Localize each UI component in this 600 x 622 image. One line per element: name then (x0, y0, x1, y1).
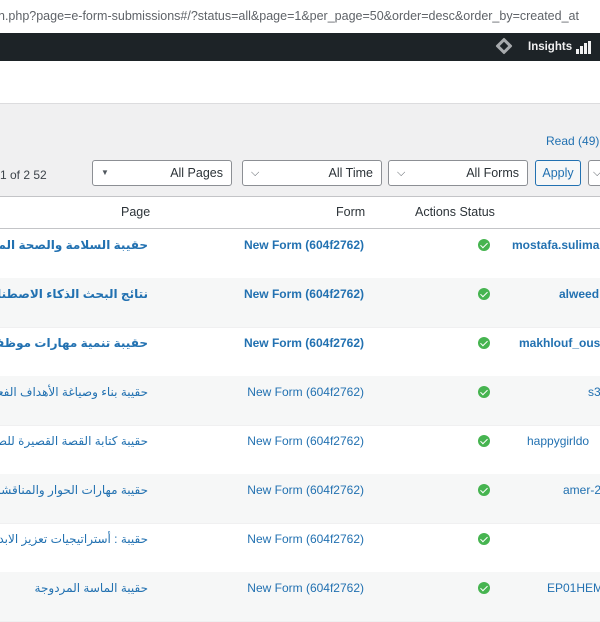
chevron-down-icon: ⌵ (593, 167, 600, 179)
success-check-icon (478, 582, 490, 594)
caret-down-icon: ▼ (101, 168, 109, 177)
column-header-page[interactable]: Page (121, 197, 150, 228)
row-form-link[interactable]: New Form (604f2762) (247, 474, 364, 506)
table-row[interactable]: حقيبة السلامة والصحة المهنية New Form (6… (0, 229, 600, 279)
row-form-link[interactable]: New Form (604f2762) (247, 572, 364, 604)
submissions-table: Page Form Actions Status حقيبة السلامة و… (0, 196, 600, 622)
forms-select-value: All Forms (466, 166, 519, 180)
success-check-icon (478, 288, 490, 300)
plugin-diamond-icon[interactable] (495, 37, 513, 55)
table-row[interactable]: حقيبة الماسة المردوجة New Form (604f2762… (0, 572, 600, 622)
row-user-link[interactable]: mostafa.sulima (512, 229, 599, 261)
browser-url-bar[interactable]: n.php?page=e-form-submissions#/?status=a… (0, 0, 600, 34)
read-filter-link[interactable]: Read (49) (546, 134, 599, 148)
time-select[interactable]: ⌵ All Time (242, 160, 382, 186)
row-page-link[interactable]: حقيبة تنمية مهارات موظفي (0, 327, 148, 359)
row-form-link[interactable]: New Form (604f2762) (244, 229, 364, 261)
time-select-value: All Time (328, 166, 373, 180)
row-user-link[interactable]: s3 (588, 376, 600, 408)
table-header: Page Form Actions Status (0, 197, 600, 229)
column-header-form[interactable]: Form (336, 197, 365, 228)
row-user-link[interactable]: EP01HEMM (547, 572, 600, 604)
row-page-link[interactable]: حقيبة مهارات الحوار والمناقشة (0, 474, 148, 506)
pagination-info: 1 of 2 52 (0, 168, 47, 182)
forms-select[interactable]: ⌵ All Forms (388, 160, 528, 186)
row-page-link[interactable]: حقيبة : أستراتيجيات تعزيز الابداع (0, 523, 148, 555)
success-check-icon (478, 239, 490, 251)
row-page-link[interactable]: حقيبة بناء وصياغة الأهداف الفعالة (0, 376, 148, 408)
pages-select-value: All Pages (170, 166, 223, 180)
success-check-icon (478, 533, 490, 545)
admin-bar: Insights (0, 33, 600, 61)
row-page-link[interactable]: نتائج البحث الذكاء الاصطناعي (0, 278, 148, 310)
success-check-icon (478, 337, 490, 349)
row-user-link[interactable]: alweed (559, 278, 599, 310)
page-header-area (0, 61, 600, 104)
table-row[interactable]: حقيبة تنمية مهارات موظفي New Form (604f2… (0, 327, 600, 377)
table-row[interactable]: حقيبة مهارات الحوار والمناقشة New Form (… (0, 474, 600, 524)
insights-menu[interactable]: Insights (528, 33, 572, 61)
table-row[interactable]: حقيبة كتابة القصة القصيرة للطلاب New For… (0, 425, 600, 475)
row-page-link[interactable]: حقيبة كتابة القصة القصيرة للطلاب (0, 425, 148, 457)
row-user-link[interactable]: amer-2 (563, 474, 600, 506)
row-form-link[interactable]: New Form (604f2762) (244, 327, 364, 359)
row-user-link[interactable]: makhlouf_ous (519, 327, 600, 359)
row-user-link[interactable]: happygirldo (527, 425, 589, 457)
success-check-icon (478, 386, 490, 398)
bar-chart-icon (576, 41, 592, 54)
url-text: n.php?page=e-form-submissions#/?status=a… (0, 9, 579, 23)
row-form-link[interactable]: New Form (604f2762) (247, 376, 364, 408)
pages-select[interactable]: ▼ All Pages (92, 160, 232, 186)
bulk-actions-select[interactable]: ⌵ (588, 160, 600, 186)
chevron-down-icon: ⌵ (397, 167, 406, 179)
row-form-link[interactable]: New Form (604f2762) (247, 523, 364, 555)
row-page-link[interactable]: حقيبة السلامة والصحة المهنية (0, 229, 148, 261)
chevron-down-icon: ⌵ (251, 167, 260, 179)
row-page-link[interactable]: حقيبة الماسة المردوجة (35, 572, 148, 604)
table-row[interactable]: حقيبة : أستراتيجيات تعزيز الابداع New Fo… (0, 523, 600, 573)
row-form-link[interactable]: New Form (604f2762) (247, 425, 364, 457)
success-check-icon (478, 484, 490, 496)
column-header-actions-status[interactable]: Actions Status (415, 197, 495, 228)
apply-button[interactable]: Apply (535, 160, 581, 186)
table-row[interactable]: نتائج البحث الذكاء الاصطناعي New Form (6… (0, 278, 600, 328)
success-check-icon (478, 435, 490, 447)
table-row[interactable]: حقيبة بناء وصياغة الأهداف الفعالة New Fo… (0, 376, 600, 426)
row-form-link[interactable]: New Form (604f2762) (244, 278, 364, 310)
